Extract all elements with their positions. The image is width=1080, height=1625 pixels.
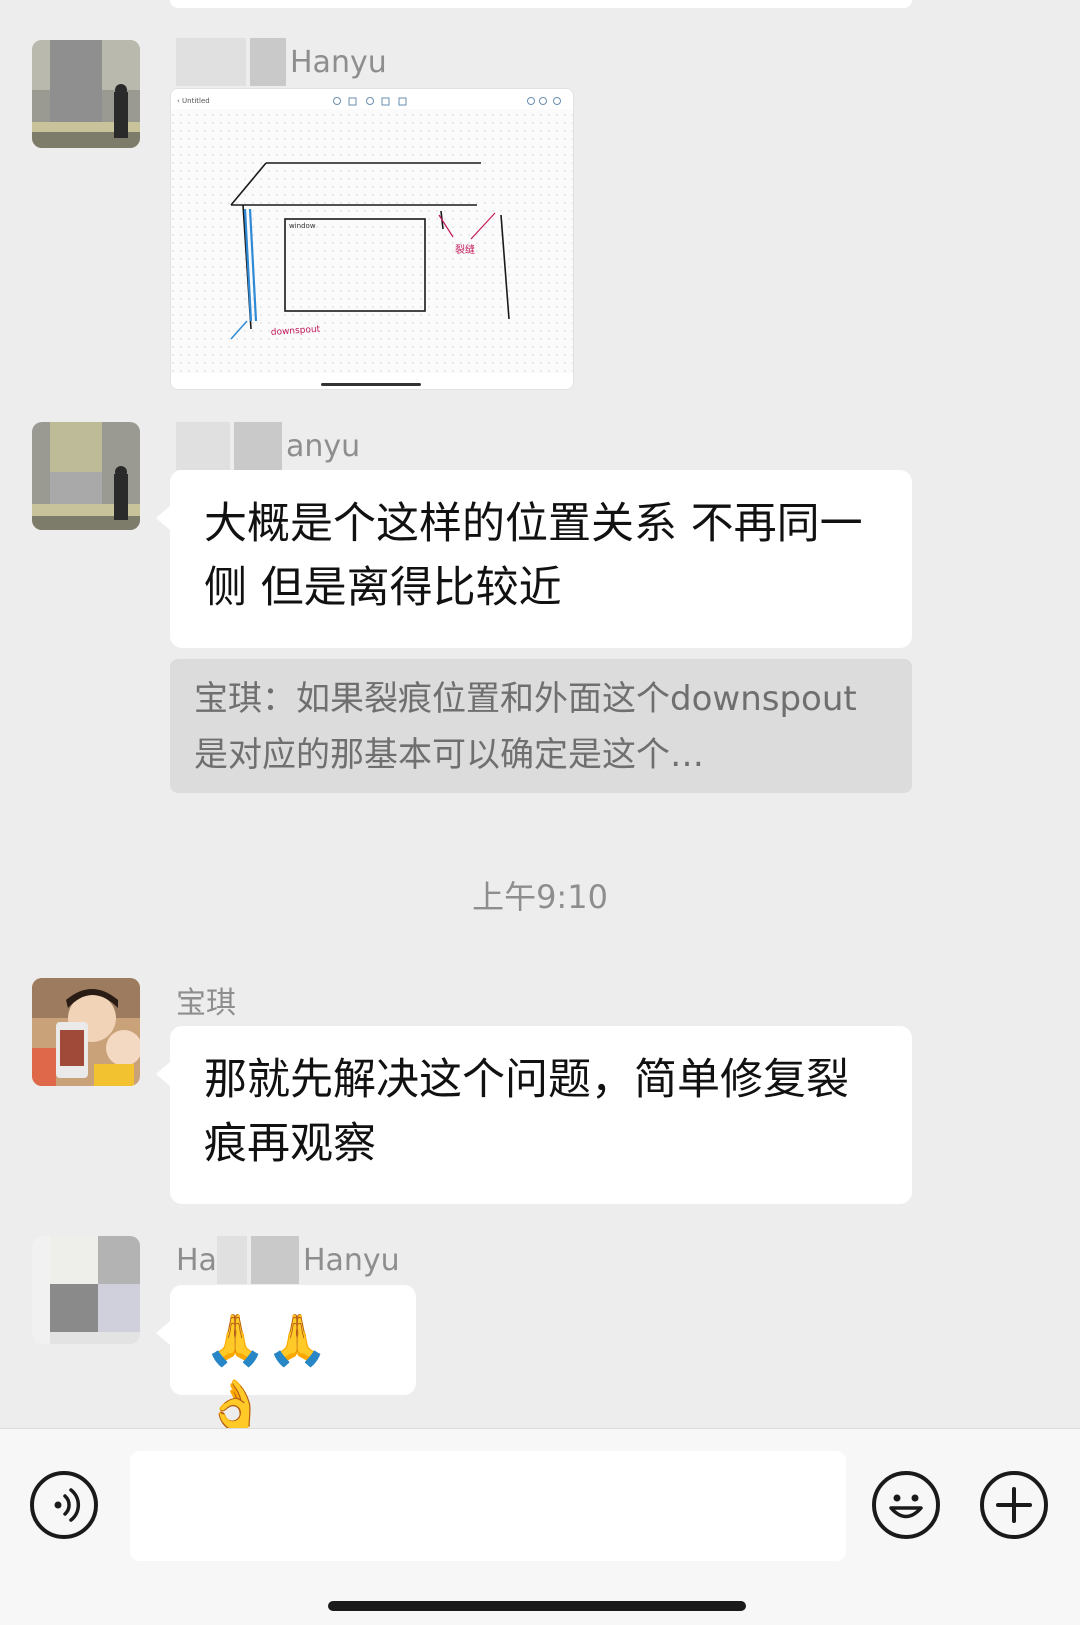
svg-text:‹ Untitled: ‹ Untitled — [177, 97, 210, 105]
avatar-photo-icon — [32, 978, 140, 1086]
blurred-name-segment — [250, 38, 286, 86]
window-label: window — [289, 222, 316, 230]
message-bubble[interactable]: 🙏🙏👌 — [156, 1285, 416, 1435]
sender-name-text: Hanyu — [290, 44, 387, 80]
input-bar — [0, 1428, 1080, 1625]
sender-name: Ha Hanyu — [176, 1236, 400, 1284]
previous-message-bubble[interactable] — [170, 0, 912, 8]
avatar-photo-icon — [32, 40, 140, 148]
emoji-button[interactable] — [872, 1471, 940, 1539]
plus-button[interactable] — [980, 1471, 1048, 1539]
avatar-photo-icon — [32, 1236, 140, 1344]
blurred-name-segment — [250, 1236, 299, 1284]
avatar-photo-icon — [32, 422, 140, 530]
blurred-name-segment — [176, 422, 230, 470]
message-bubble[interactable]: 大概是个这样的位置关系 不再同一侧 但是离得比较近 — [156, 470, 912, 648]
emoji-icon — [889, 1494, 923, 1519]
image-message-drawing[interactable]: ‹ Untitled window downspout 裂缝 — [170, 88, 574, 390]
blurred-name-segment — [176, 38, 246, 86]
sender-name-text: anyu — [286, 428, 361, 464]
timestamp: 上午9:10 — [472, 878, 608, 916]
avatar[interactable] — [32, 40, 140, 148]
sender-name-text: 宝琪 — [176, 986, 236, 1021]
voice-icon — [54, 1488, 81, 1522]
avatar[interactable] — [32, 422, 140, 530]
crack-label: 裂缝 — [455, 243, 475, 256]
avatar[interactable] — [32, 978, 140, 1086]
voice-button[interactable] — [30, 1471, 98, 1539]
sender-name-text: Hanyu — [302, 1242, 400, 1278]
blurred-name-segment — [234, 422, 282, 470]
message-text: 大概是个这样的位置关系 不再同一侧 但是离得比较近 — [204, 499, 863, 613]
sketch-image: ‹ Untitled window downspout 裂缝 — [171, 89, 573, 389]
message-input[interactable] — [130, 1451, 846, 1561]
emoji-message-text: 🙏🙏👌 — [204, 1311, 329, 1435]
sender-name: Hanyu — [176, 38, 387, 86]
avatar[interactable] — [32, 1236, 140, 1344]
message-text: 那就先解决这个问题，简单修复裂痕再观察 — [204, 1055, 849, 1169]
quoted-message-text: 宝琪：如果裂痕位置和外面这个downspout是对应的那基本可以确定是这个… — [194, 679, 857, 775]
blurred-name-segment — [216, 1236, 247, 1284]
home-indicator — [328, 1601, 746, 1611]
message-bubble[interactable]: 那就先解决这个问题，简单修复裂痕再观察 — [156, 1026, 912, 1204]
sender-name: 宝琪 — [176, 980, 236, 1021]
quoted-message[interactable]: 宝琪：如果裂痕位置和外面这个downspout是对应的那基本可以确定是这个… — [170, 659, 912, 793]
sender-name: anyu — [176, 422, 361, 470]
sender-name-prefix: Ha — [176, 1242, 217, 1278]
plus-icon — [996, 1487, 1032, 1523]
